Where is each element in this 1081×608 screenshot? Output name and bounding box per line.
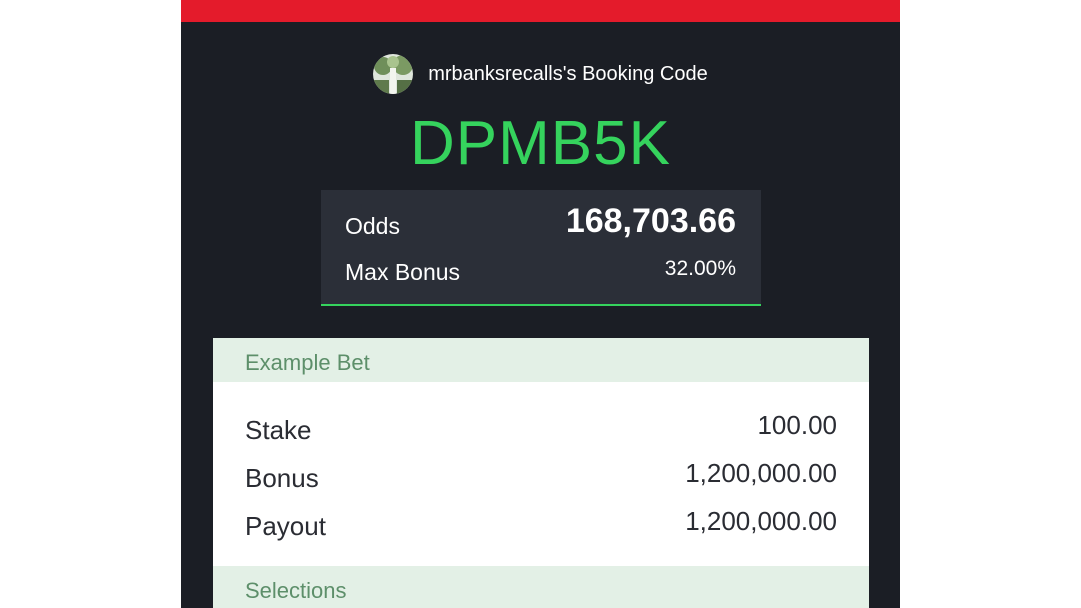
selections-header[interactable]: Selections [213, 566, 869, 608]
odds-summary: Odds 168,703.66 Max Bonus 32.00% [321, 190, 761, 306]
max-bonus-value: 32.00% [664, 257, 736, 280]
payout-value: 1,200,000.00 [685, 506, 837, 536]
example-bet-card: Example Bet Stake 100.00 Bonus 1,200,000… [213, 338, 869, 608]
stake-value: 100.00 [757, 410, 837, 440]
avatar [373, 54, 414, 94]
example-bet-header: Example Bet [213, 338, 869, 382]
stake-label: Stake [245, 415, 312, 445]
selections-title: Selections [245, 578, 347, 603]
top-accent-bar [181, 0, 900, 22]
odds-label: Odds [345, 213, 400, 239]
bonus-label: Bonus [245, 463, 319, 493]
example-bet-title: Example Bet [245, 350, 370, 375]
bonus-value: 1,200,000.00 [685, 458, 837, 488]
odds-value: 168,703.66 [565, 202, 736, 240]
max-bonus-label: Max Bonus [345, 259, 461, 285]
user-row: mrbanksrecalls's Booking Code [181, 53, 900, 95]
booking-code[interactable]: DPMB5K [181, 104, 900, 184]
booking-code-panel: mrbanksrecalls's Booking Code DPMB5K Odd… [181, 0, 900, 608]
payout-label: Payout [245, 511, 326, 541]
booking-owner-label: mrbanksrecalls's Booking Code [428, 62, 708, 85]
